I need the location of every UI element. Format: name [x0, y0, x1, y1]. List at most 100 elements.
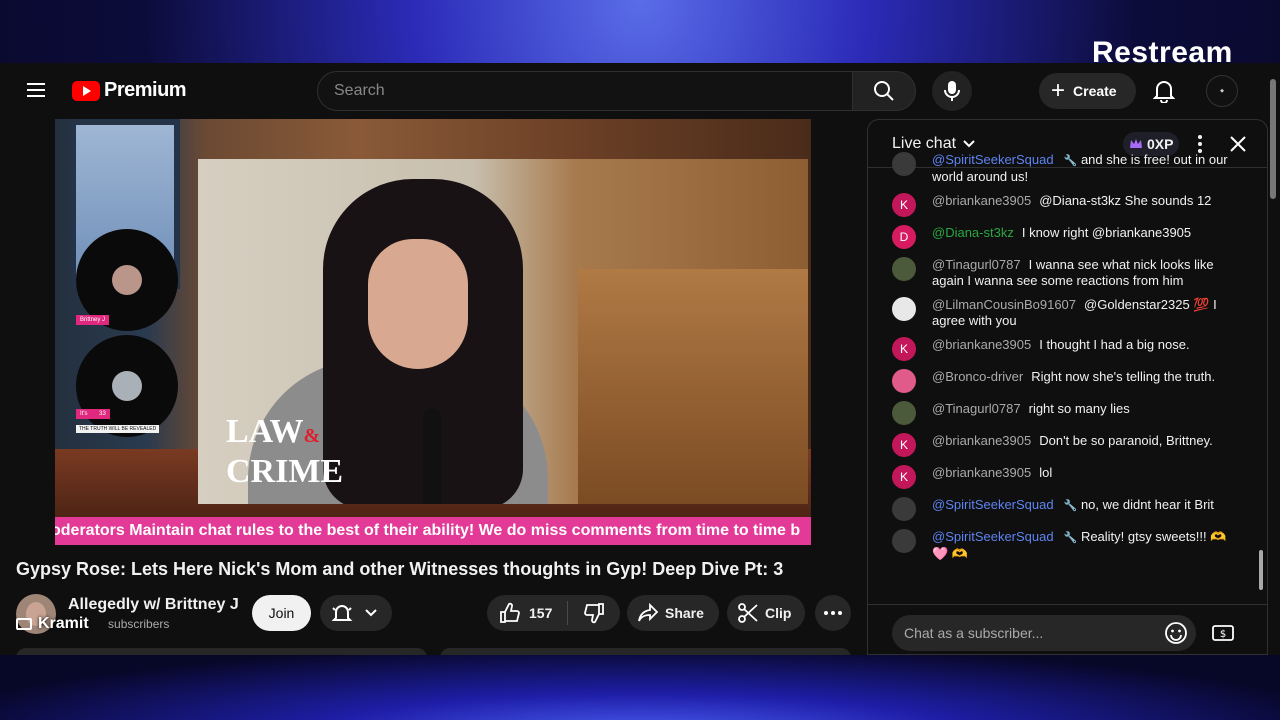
chat-author-name[interactable]: @briankane3905 [932, 465, 1031, 480]
related-card[interactable] [440, 648, 851, 655]
host-face [112, 265, 142, 295]
microphone-icon [944, 81, 960, 101]
chat-message-text: I know right @briankane3905 [1021, 225, 1192, 240]
video-title: Gypsy Rose: Lets Here Nick's Mom and oth… [16, 559, 784, 579]
guest-caption-tag: THE TRUTH WILL BE REVEALED [76, 425, 160, 433]
chat-message-text: no, we didnt hear it Brit [1080, 497, 1214, 512]
hamburger-menu-icon[interactable] [20, 79, 52, 103]
cast-icon [16, 618, 32, 630]
chat-message[interactable]: K @briankane3905 lol [868, 461, 1258, 493]
video-player[interactable]: LAW& CRIME Brittney J It's 33 THE TRUTH … [55, 119, 811, 545]
chat-message[interactable]: @SpiritSeekerSquad 🔧 and she is free! out… [868, 148, 1258, 189]
chevron-down-icon [365, 609, 377, 617]
chat-message-text: @Diana-st3kz She sounds 12 [1039, 193, 1212, 208]
chat-message[interactable]: D @Diana-st3kz I know right @briankane3905 [868, 221, 1258, 253]
more-actions-button[interactable] [815, 595, 851, 631]
chat-message[interactable]: K @briankane3905 I thought I had a big nos… [868, 333, 1258, 365]
chat-message-text: I thought I had a big nose. [1039, 337, 1190, 352]
chat-author-name[interactable]: @briankane3905 [932, 337, 1031, 352]
ticker-text: oderators Maintain chat rules to the bes… [55, 522, 801, 539]
chat-message[interactable]: @Bronco-driver Right now she's telling th… [868, 365, 1258, 397]
chat-author-name[interactable]: @Tinagurl0787 [932, 257, 1021, 272]
chat-message[interactable]: @Tinagurl0787 right so many lies [868, 397, 1258, 429]
chat-message[interactable]: K @briankane3905 Don't be so paranoid, Bri… [868, 429, 1258, 461]
chat-author-name[interactable]: @briankane3905 [932, 433, 1031, 448]
cast-label: Kramit [38, 615, 89, 632]
create-label: Create [1073, 83, 1117, 99]
chat-message[interactable]: K @briankane3905 @Diana-st3kz She sounds 1… [868, 189, 1258, 221]
chat-author-name[interactable]: @briankane3905 [932, 193, 1031, 208]
chat-author-avatar[interactable] [892, 401, 916, 425]
cast-overlay: Kramit [16, 615, 89, 633]
search-input[interactable] [318, 72, 852, 110]
share-label: Share [665, 605, 704, 621]
join-button[interactable]: Join [252, 595, 311, 631]
youtube-logo[interactable]: Premium [72, 79, 187, 102]
courtroom-video-frame: LAW& CRIME [198, 159, 808, 504]
chat-author-avatar[interactable] [892, 529, 916, 553]
chat-scrollbar[interactable] [1259, 170, 1263, 598]
chat-message[interactable]: @Tinagurl0787 I wanna see what nick looks… [868, 253, 1258, 293]
chat-author-avatar[interactable]: K [892, 433, 916, 457]
account-avatar-art: ◆ [1220, 88, 1224, 94]
chat-author-name[interactable]: @Tinagurl0787 [932, 401, 1021, 416]
like-dislike-group: 157 [487, 595, 620, 631]
chat-author-avatar[interactable] [892, 152, 916, 176]
search-button[interactable] [852, 71, 916, 111]
chat-input[interactable] [892, 615, 1196, 651]
search-icon [874, 81, 894, 101]
chat-author-avatar[interactable]: K [892, 337, 916, 361]
emoji-icon[interactable] [1164, 621, 1188, 645]
description-card[interactable] [16, 648, 427, 655]
svg-text:$: $ [1220, 629, 1226, 640]
page-scrollbar[interactable] [1270, 71, 1276, 655]
chat-author-avatar[interactable]: K [892, 465, 916, 489]
super-chat-icon[interactable]: $ [1211, 621, 1235, 645]
handheld-microphone [423, 409, 441, 504]
guest-camera-bubble [76, 335, 178, 437]
chat-author-name[interactable]: @LilmanCousinBo91607 [932, 297, 1076, 312]
subscribed-notifications-button[interactable] [320, 595, 392, 631]
background-glow [0, 655, 1280, 720]
chat-author-avatar[interactable]: K [892, 193, 916, 217]
dislike-button[interactable] [568, 602, 620, 624]
chat-author-avatar[interactable] [892, 497, 916, 521]
thumbs-up-icon [500, 602, 520, 623]
share-button[interactable]: Share [627, 595, 719, 631]
like-count: 157 [529, 605, 553, 621]
chat-author-avatar[interactable]: D [892, 225, 916, 249]
account-avatar[interactable]: ◆ [1206, 75, 1238, 107]
notifications-button[interactable] [1148, 75, 1180, 107]
chat-scroll-thumb[interactable] [1259, 550, 1263, 590]
chat-message[interactable]: @SpiritSeekerSquad 🔧 no, we didnt hear it… [868, 493, 1258, 525]
top-bar: Premium + Create ◆ [0, 63, 1280, 119]
chat-author-name[interactable]: @SpiritSeekerSquad [932, 529, 1054, 544]
chat-message-text: right so many lies [1028, 401, 1130, 416]
law-and-crime-logo: LAW& CRIME [226, 414, 343, 490]
chat-author-avatar[interactable] [892, 297, 916, 321]
chat-author-avatar[interactable] [892, 257, 916, 281]
moderator-wrench-icon: 🔧 [1063, 532, 1078, 544]
ampersand: & [303, 425, 321, 447]
page-scroll-thumb[interactable] [1270, 79, 1276, 199]
chat-footer: $ [868, 604, 1267, 654]
chat-author-name[interactable]: @SpiritSeekerSquad [932, 497, 1054, 512]
moderator-wrench-icon: 🔧 [1063, 500, 1078, 512]
chat-message[interactable]: @SpiritSeekerSquad 🔧 Reality! gtsy sweets… [868, 525, 1258, 566]
chat-message[interactable]: @LilmanCousinBo91607 @Goldenstar2325 💯 I … [868, 293, 1258, 333]
plus-icon: + [1051, 77, 1066, 104]
youtube-app: Premium + Create ◆ [0, 63, 1280, 655]
chat-author-name[interactable]: @Bronco-driver [932, 369, 1023, 384]
like-button[interactable]: 157 [487, 602, 567, 624]
clip-button[interactable]: Clip [727, 595, 805, 631]
chat-author-name[interactable]: @Diana-st3kz [932, 225, 1014, 240]
create-button[interactable]: + Create [1039, 73, 1136, 109]
voice-search-button[interactable] [932, 71, 972, 111]
chat-message-text: Don't be so paranoid, Brittney. [1039, 433, 1213, 448]
chat-author-name[interactable]: @SpiritSeekerSquad [932, 152, 1054, 167]
clip-label: Clip [765, 605, 792, 621]
chat-author-avatar[interactable] [892, 369, 916, 393]
subscriber-label: subscribers [108, 617, 170, 631]
host-name-tag: Brittney J [76, 315, 110, 325]
channel-name[interactable]: Allegedly w/ Brittney J [68, 596, 239, 614]
